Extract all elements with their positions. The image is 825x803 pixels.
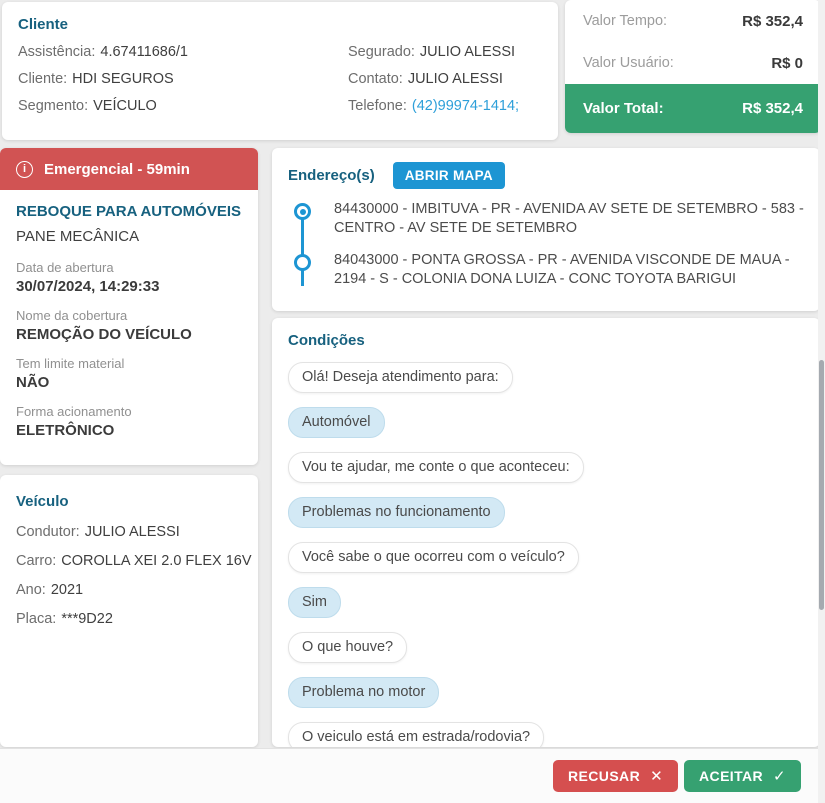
car-row: Carro: COROLLA XEI 2.0 FLEX 16V — [16, 553, 252, 570]
contact-label: Contato: — [348, 71, 403, 87]
open-date-label: Data de abertura — [16, 260, 114, 275]
service-title: REBOQUE PARA AUTOMÓVEIS — [16, 203, 242, 220]
insured-row: Segurado: JULIO ALESSI — [348, 44, 542, 61]
segment-row: Segmento: VEÍCULO — [18, 98, 348, 115]
chat-question-bubble: Você sabe o que ocorreu com o veículo? — [288, 542, 579, 573]
refuse-button[interactable]: RECUSAR ✕ — [553, 760, 679, 792]
plate-label: Placa: — [16, 611, 57, 627]
year-value: 2021 — [50, 582, 84, 598]
info-icon: i — [16, 160, 33, 178]
contact-row: Contato: JULIO ALESSI — [348, 71, 542, 88]
origin-address-row: 84430000 - IMBITUVA - PR - AVENIDA AV SE… — [288, 200, 804, 238]
open-map-button[interactable]: ABRIR MAPA — [392, 162, 505, 189]
origin-dot-icon — [294, 203, 311, 220]
chat-answer-bubble: Automóvel — [288, 407, 385, 438]
chat-question-bubble: Olá! Deseja atendimento para: — [288, 362, 513, 393]
coverage-name-group: Nome da cobertura REMOÇÃO DO VEÍCULO — [16, 308, 242, 343]
driver-row: Condutor: JULIO ALESSI — [16, 524, 242, 541]
chat-question-bubble: O veiculo está em estrada/rodovia? — [288, 722, 545, 747]
check-icon: ✓ — [773, 768, 786, 785]
action-footer: RECUSAR ✕ ACEITAR ✓ — [0, 748, 825, 803]
open-date-group: Data de abertura 30/07/2024, 14:29:33 — [16, 260, 242, 295]
client-value: HDI SEGUROS — [72, 71, 174, 87]
phone-row: Telefone: (42)99974-1414; — [348, 98, 542, 115]
value-time-label: Valor Tempo: — [583, 13, 668, 29]
refuse-button-label: RECUSAR — [568, 768, 641, 784]
chat-answer-bubble: Problemas no funcionamento — [288, 497, 505, 528]
value-total-label: Valor Total: — [583, 100, 664, 117]
page-scrollbar-track[interactable] — [818, 0, 825, 803]
vehicle-card: Veículo Condutor: JULIO ALESSI Carro: CORO… — [0, 475, 258, 747]
service-card: i Emergencial - 59min REBOQUE PARA AUTOM… — [0, 148, 258, 465]
insured-value: JULIO ALESSI — [419, 44, 516, 60]
insured-label: Segurado: — [348, 44, 415, 60]
accept-button-label: ACEITAR — [699, 768, 764, 784]
phone-link[interactable]: (42)99974-1414; — [412, 98, 519, 114]
client-card: Cliente Assistência: 4.67411686/1 Cliente… — [2, 2, 558, 140]
year-row: Ano: 2021 — [16, 582, 242, 599]
year-label: Ano: — [16, 582, 46, 598]
emergency-banner: i Emergencial - 59min — [0, 148, 258, 190]
close-icon: ✕ — [650, 768, 664, 785]
addresses-card-title: Endereço(s) — [288, 167, 375, 184]
chat-question-bubble: O que houve? — [288, 632, 408, 663]
coverage-name-value: REMOÇÃO DO VEÍCULO — [16, 326, 192, 343]
car-value: COROLLA XEI 2.0 FLEX 16V — [61, 553, 252, 569]
contact-value: JULIO ALESSI — [407, 71, 503, 87]
value-time-amount: R$ 352,4 — [742, 12, 803, 30]
conditions-card-title: Condições — [288, 332, 365, 349]
value-total-amount: R$ 352,4 — [742, 100, 803, 117]
value-total-row: Valor Total: R$ 352,4 — [565, 84, 821, 133]
destination-address-row: 84043000 - PONTA GROSSA - PR - AVENIDA V… — [288, 251, 804, 289]
client-label: Cliente: — [18, 71, 68, 87]
origin-address-text: 84430000 - IMBITUVA - PR - AVENIDA AV SE… — [334, 201, 804, 236]
chat-answer-bubble: Sim — [288, 587, 341, 618]
values-card: Valor Tempo: R$ 352,4 Valor Usuário: R$ … — [565, 0, 821, 133]
addresses-card: Endereço(s) ABRIR MAPA 84430000 - IMBITU… — [272, 148, 820, 311]
client-card-title: Cliente — [18, 16, 69, 33]
assistance-label: Assistência: — [18, 44, 96, 60]
assistance-number-row: Assistência: 4.67411686/1 — [18, 44, 348, 61]
material-limit-group: Tem limite material NÃO — [16, 356, 242, 391]
plate-row: Placa: ***9D22 — [16, 611, 242, 628]
accept-button[interactable]: ACEITAR ✓ — [684, 760, 801, 792]
segment-label: Segmento: — [18, 98, 89, 114]
value-user-amount: R$ 0 — [771, 54, 803, 72]
assistance-value: 4.67411686/1 — [100, 44, 188, 60]
conditions-card: Condições Olá! Deseja atendimento para: … — [272, 318, 820, 747]
value-user-row: Valor Usuário: R$ 0 — [565, 42, 821, 84]
chat-question-bubble: Vou te ajudar, me conte o que aconteceu: — [288, 452, 584, 483]
plate-value: ***9D22 — [61, 611, 113, 627]
material-limit-value: NÃO — [16, 374, 50, 391]
activation-mode-group: Forma acionamento ELETRÔNICO — [16, 404, 242, 439]
destination-dot-icon — [294, 254, 311, 271]
service-subtitle: PANE MECÂNICA — [16, 228, 140, 245]
driver-value: JULIO ALESSI — [84, 524, 180, 540]
material-limit-label: Tem limite material — [16, 356, 125, 371]
segment-value: VEÍCULO — [93, 98, 157, 114]
emergency-banner-label: Emergencial - 59min — [44, 160, 190, 178]
coverage-name-label: Nome da cobertura — [16, 308, 128, 323]
page-scrollbar-thumb[interactable] — [819, 360, 824, 610]
driver-label: Condutor: — [16, 524, 80, 540]
client-name-row: Cliente: HDI SEGUROS — [18, 71, 348, 88]
open-date-value: 30/07/2024, 14:29:33 — [16, 278, 160, 295]
address-timeline: 84430000 - IMBITUVA - PR - AVENIDA AV SE… — [288, 200, 804, 289]
vehicle-card-title: Veículo — [16, 493, 69, 510]
activation-mode-value: ELETRÔNICO — [16, 422, 115, 439]
car-label: Carro: — [16, 553, 57, 569]
activation-mode-label: Forma acionamento — [16, 404, 132, 419]
phone-label: Telefone: — [348, 98, 407, 114]
destination-address-text: 84043000 - PONTA GROSSA - PR - AVENIDA V… — [334, 252, 790, 287]
value-time-row: Valor Tempo: R$ 352,4 — [565, 0, 821, 42]
chat-answer-bubble: Problema no motor — [288, 677, 440, 708]
value-user-label: Valor Usuário: — [583, 55, 674, 71]
